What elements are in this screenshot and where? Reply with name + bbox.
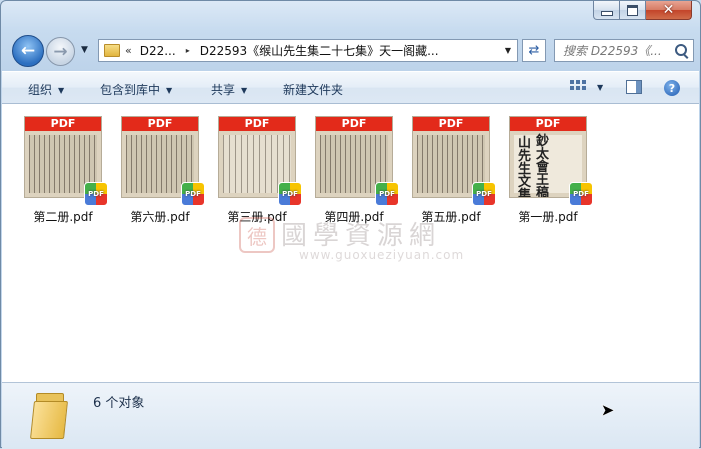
search-icon[interactable]: [675, 44, 687, 56]
refresh-icon: ⇄: [528, 43, 540, 58]
caption-buttons: ✕: [593, 1, 692, 20]
organize-menu[interactable]: 组织 ▼: [28, 81, 64, 98]
close-button[interactable]: ✕: [646, 1, 692, 20]
include-library-label: 包含到库中: [100, 83, 161, 97]
include-in-library-menu[interactable]: 包含到库中 ▼: [100, 81, 172, 98]
file-list-area[interactable]: PDF PDF 第二册.pdf PDF PDF 第六册.pdf PDF PDF …: [2, 104, 699, 382]
share-label: 共享: [211, 83, 236, 97]
help-glyph: ?: [668, 81, 676, 95]
chevron-down-icon: ▼: [166, 86, 173, 95]
watermark-seal: 德: [239, 217, 275, 253]
file-name: 第二册.pdf: [33, 210, 93, 224]
forward-arrow-icon: →: [53, 41, 68, 62]
pdf-app-icon: PDF: [278, 182, 302, 206]
pdf-app-icon: PDF: [472, 182, 496, 206]
refresh-button[interactable]: ⇄: [522, 39, 546, 62]
search-input[interactable]: [563, 43, 675, 58]
forward-button[interactable]: →: [46, 37, 75, 66]
minimize-icon: [600, 10, 613, 16]
view-options-dropdown[interactable]: ▼: [597, 83, 603, 92]
details-pane: 6 个对象 ➤: [2, 382, 699, 449]
maximize-icon: [627, 4, 638, 16]
watermark-url: www.guoxueziyuan.com: [299, 248, 465, 262]
minimize-button[interactable]: [593, 1, 620, 20]
file-name: 第一册.pdf: [518, 210, 578, 224]
folder-icon: [104, 44, 120, 57]
command-bar: 组织 ▼ 包含到库中 ▼ 共享 ▼ 新建文件夹 ▼ ?: [2, 71, 699, 104]
breadcrumb-separator-icon[interactable]: ▸: [186, 46, 190, 55]
back-button[interactable]: ←: [12, 35, 44, 67]
watermark: 德 國學資源網 www.guoxueziyuan.com: [239, 217, 469, 265]
pdf-app-icon: PDF: [569, 182, 593, 206]
close-icon: ✕: [662, 2, 675, 18]
chevron-down-icon: ▼: [58, 86, 65, 95]
item-count: 6 个对象: [93, 396, 145, 411]
new-folder-button[interactable]: 新建文件夹: [283, 81, 343, 98]
share-menu[interactable]: 共享 ▼: [211, 81, 247, 98]
breadcrumb-segment-parent[interactable]: D22...: [140, 44, 176, 58]
pdf-app-icon: PDF: [181, 182, 205, 206]
file-name: 第六册.pdf: [130, 210, 190, 224]
mouse-cursor-icon: ➤: [600, 400, 616, 422]
search-box[interactable]: [554, 39, 694, 62]
pdf-app-icon: PDF: [375, 182, 399, 206]
organize-label: 组织: [28, 83, 53, 97]
back-arrow-icon: ←: [20, 41, 36, 61]
chevron-down-icon: ▼: [241, 86, 248, 95]
folder-icon: [30, 393, 72, 439]
address-bar[interactable]: « D22... ▸ D22593《缑山先生集二十七集》天一阁藏... ▼: [98, 39, 518, 62]
recent-pages-dropdown[interactable]: ▼: [81, 45, 88, 55]
breadcrumb-segment-current[interactable]: D22593《缑山先生集二十七集》天一阁藏...: [200, 42, 439, 59]
change-view-icon[interactable]: [570, 80, 586, 94]
watermark-title: 國學資源網: [281, 221, 442, 251]
address-dropdown-icon[interactable]: ▼: [505, 46, 511, 55]
explorer-window: ✕ ← → ▼ « D22... ▸ D22593《缑山先生集二十七集》天一阁藏…: [0, 0, 701, 449]
maximize-button[interactable]: [620, 1, 646, 20]
preview-pane-icon[interactable]: [626, 80, 642, 94]
hidden-path-chevron[interactable]: «: [125, 44, 132, 57]
help-icon[interactable]: ?: [664, 80, 680, 96]
pdf-app-icon: PDF: [84, 182, 108, 206]
